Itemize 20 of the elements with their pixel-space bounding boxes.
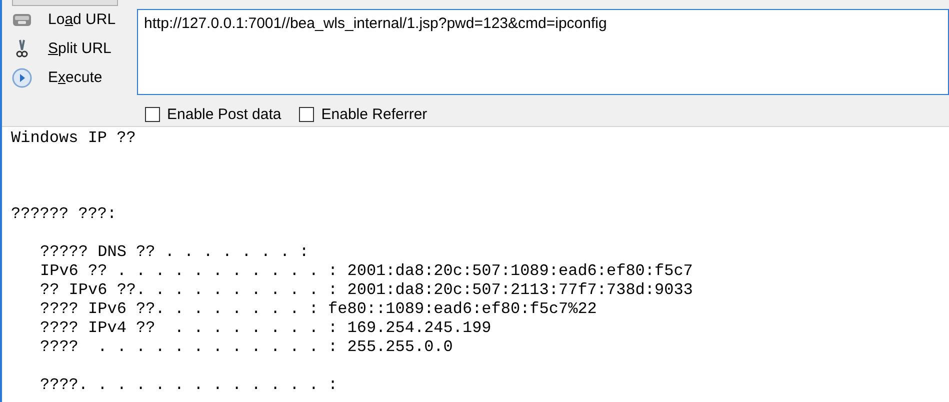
output-line: ?????? ???:	[11, 205, 117, 224]
checkbox[interactable]	[145, 107, 160, 122]
output-line: ???? IPv4 ?? . . . . . . . . : 169.254.245.199	[40, 319, 492, 338]
output-line: ?? IPv6 ??. . . . . . . . . . : 2001:da8:20c:507:2113:77f7:738d:9033	[40, 281, 693, 300]
checkbox-label: Enable Referrer	[321, 104, 428, 124]
action-button[interactable]: Execute	[48, 66, 102, 90]
scissors-icon	[16, 39, 28, 59]
checkbox-label: Enable Post data	[167, 104, 282, 124]
output-line: IPv6 ?? . . . . . . . . . . . : 2001:da8:20c:507:1089:ead6:ef80:f5c7	[40, 262, 693, 281]
output-line: Windows IP ??	[11, 129, 136, 148]
drive-icon	[12, 12, 32, 28]
checkbox[interactable]	[299, 107, 314, 122]
url-field[interactable]: http://127.0.0.1:7001//bea_wls_internal/1.jsp?pwd=123&cmd=ipconfig	[137, 9, 949, 94]
action-button[interactable]: Load URL	[48, 8, 116, 32]
output-line: ????. . . . . . . . . . . . . :	[40, 376, 338, 395]
action-button[interactable]: Split URL	[48, 38, 112, 60]
output-line: ????? DNS ?? . . . . . . . :	[40, 243, 309, 262]
output-line: ???? IPv6 ??. . . . . . . . : fe80::1089:ead6:ef80:f5c7%22	[40, 300, 597, 319]
output-line: ???? . . . . . . . . . . . . : 255.255.0.0	[40, 338, 453, 357]
play-icon	[12, 68, 32, 88]
